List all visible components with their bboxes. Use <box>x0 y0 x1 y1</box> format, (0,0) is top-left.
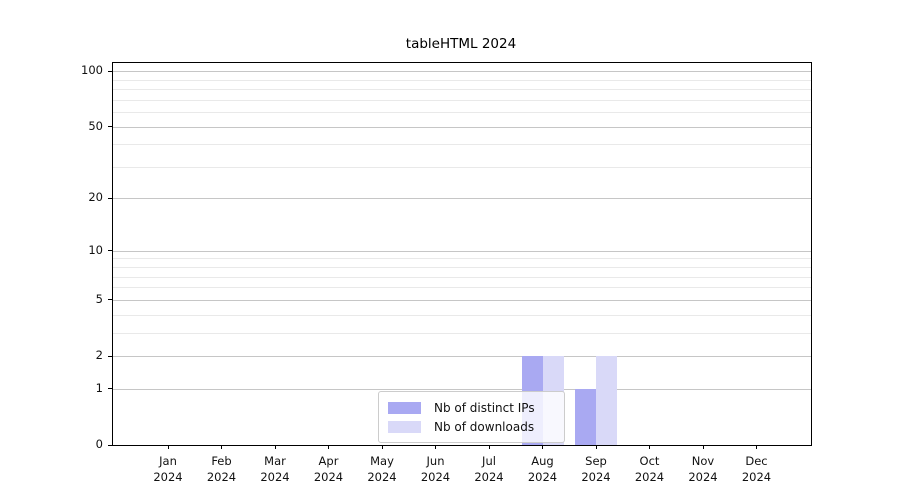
x-tick-label: Dec 2024 <box>725 453 789 485</box>
y-tick-label: 100 <box>59 63 103 77</box>
y-tick-mark <box>108 126 112 127</box>
legend-label-downloads: Nb of downloads <box>434 420 534 434</box>
x-tick-mark <box>168 445 169 449</box>
gridline-minor <box>113 167 811 168</box>
gridline-minor <box>113 287 811 288</box>
y-tick-label: 10 <box>59 243 103 257</box>
y-tick-mark <box>108 356 112 357</box>
x-tick-mark <box>756 445 757 449</box>
gridline-major <box>113 198 811 199</box>
gridline-minor <box>113 80 811 81</box>
y-tick-mark <box>108 299 112 300</box>
legend-item-distinct-ips: Nb of distinct IPs <box>388 398 556 417</box>
gridline-minor <box>113 112 811 113</box>
y-tick-label: 50 <box>59 119 103 133</box>
x-tick-mark <box>489 445 490 449</box>
y-tick-mark <box>108 198 112 199</box>
x-tick-mark <box>596 445 597 449</box>
y-tick-label: 0 <box>59 437 103 451</box>
gridline-minor <box>113 144 811 145</box>
x-tick-mark <box>649 445 650 449</box>
x-tick-mark <box>382 445 383 449</box>
plot-area: 0125102050100Jan 2024Feb 2024Mar 2024Apr… <box>112 62 812 446</box>
bar-downloads <box>596 356 617 445</box>
gridline-minor <box>113 267 811 268</box>
gridline-major <box>113 71 811 72</box>
gridline-major <box>113 356 811 357</box>
gridline-minor <box>113 89 811 90</box>
gridline-minor <box>113 258 811 259</box>
gridline-major <box>113 389 811 390</box>
x-tick-mark <box>542 445 543 449</box>
x-tick-mark <box>221 445 222 449</box>
legend-swatch-distinct-ips-icon <box>388 402 421 414</box>
y-tick-mark <box>108 388 112 389</box>
chart-canvas: tableHTML 2024 0125102050100Jan 2024Feb … <box>0 0 900 500</box>
gridline-minor <box>113 315 811 316</box>
gridline-minor <box>113 333 811 334</box>
x-tick-mark <box>275 445 276 449</box>
y-tick-label: 1 <box>59 381 103 395</box>
gridline-major <box>113 127 811 128</box>
y-tick-label: 20 <box>59 190 103 204</box>
gridline-major <box>113 251 811 252</box>
chart-title: tableHTML 2024 <box>112 36 810 52</box>
gridline-minor <box>113 277 811 278</box>
y-tick-mark <box>108 445 112 446</box>
x-tick-mark <box>328 445 329 449</box>
x-tick-mark <box>435 445 436 449</box>
y-tick-mark <box>108 250 112 251</box>
legend-swatch-downloads-icon <box>388 421 421 433</box>
legend-item-downloads: Nb of downloads <box>388 417 556 436</box>
legend: Nb of distinct IPs Nb of downloads <box>378 391 565 443</box>
bar-distinct-ips <box>575 389 596 445</box>
y-tick-label: 5 <box>59 292 103 306</box>
legend-label-distinct-ips: Nb of distinct IPs <box>434 401 535 415</box>
gridline-major <box>113 300 811 301</box>
gridline-minor <box>113 100 811 101</box>
y-tick-mark <box>108 71 112 72</box>
x-tick-mark <box>703 445 704 449</box>
y-tick-label: 2 <box>59 348 103 362</box>
